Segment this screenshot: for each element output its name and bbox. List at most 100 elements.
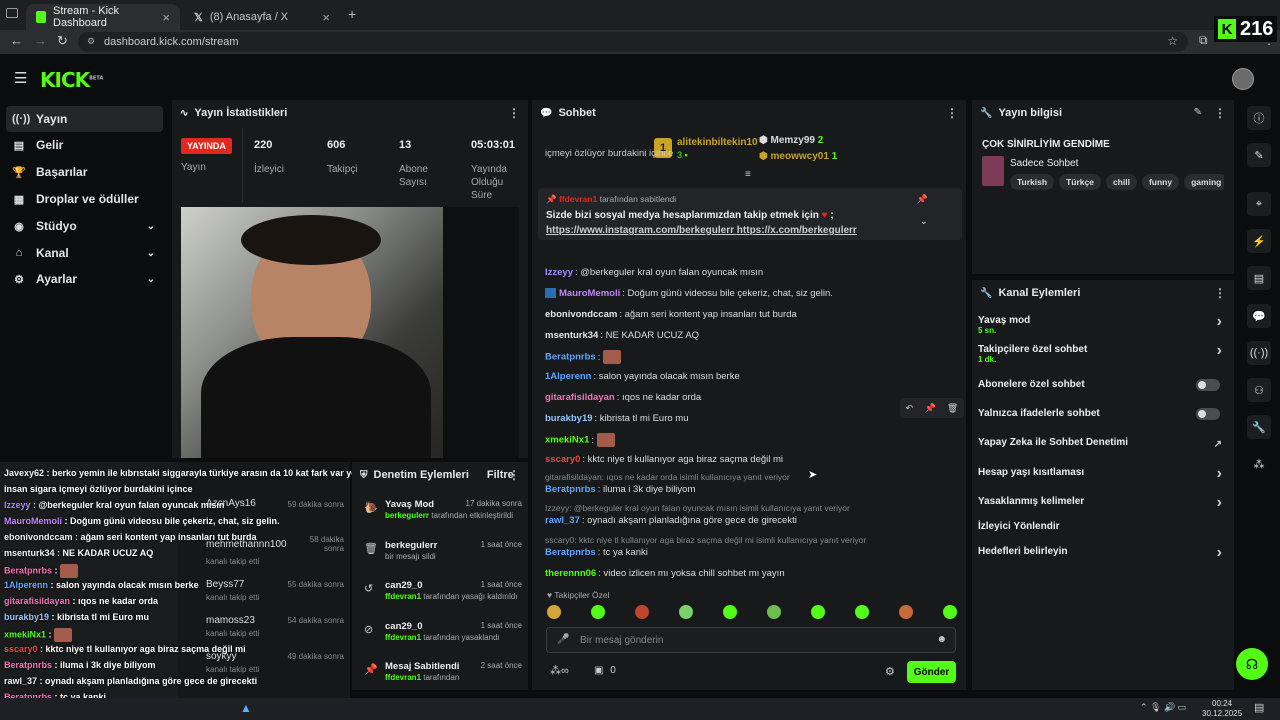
channel-action-item[interactable]: Takipçilere özel sohbet 1 dk. ›	[978, 342, 1228, 368]
toggle-switch[interactable]	[1196, 408, 1220, 420]
more-options-icon[interactable]: ⋮	[508, 468, 520, 482]
reload-icon[interactable]: ↻	[57, 33, 68, 49]
chat-username[interactable]: ebonivondccam	[545, 309, 617, 320]
reply-icon[interactable]: ↶	[906, 403, 914, 414]
users-icon[interactable]: ⚇	[1247, 378, 1271, 402]
more-options-icon[interactable]: ⋮	[1214, 286, 1226, 300]
channel-action-item[interactable]: Yapay Zeka ile Sohbet Denetimi ↗	[978, 437, 1228, 461]
emote-icon[interactable]	[811, 605, 825, 619]
chat-username[interactable]: 1Alperenn	[545, 371, 591, 382]
chat-username[interactable]: burakby19	[545, 413, 593, 424]
edit-icon[interactable]: ✎	[1194, 107, 1202, 118]
add-widget-icon[interactable]: ⁂	[1247, 452, 1271, 476]
microphone-icon[interactable]: 🎤	[557, 634, 569, 645]
chat-message[interactable]: burakby19: kibrista tl mi Euro mu	[545, 413, 689, 424]
close-tab-icon[interactable]: ×	[322, 10, 330, 25]
chat-username[interactable]: Beratpnrbs	[545, 547, 596, 558]
close-tab-icon[interactable]: ×	[162, 10, 170, 25]
system-tray-icons[interactable]: ⌃ 🎙 🔊 ▭	[1140, 702, 1186, 713]
tag-chip[interactable]: gaming	[1184, 174, 1224, 190]
chat-username[interactable]: Beratpnrbs	[545, 484, 596, 495]
chat-username[interactable]: sscary0	[545, 454, 580, 465]
moderation-item[interactable]: 🐌 Yavaş Mod 17 dakika sonra berkegulerr tar…	[362, 499, 522, 535]
notification-icon[interactable]: ▤	[1254, 701, 1264, 714]
lightning-icon[interactable]: ⚡	[1247, 229, 1271, 253]
emote-icon[interactable]	[635, 605, 649, 619]
sidebar-item-gelir[interactable]: ▤ Gelir	[6, 132, 163, 158]
user-avatar[interactable]	[1232, 68, 1254, 90]
chat-input[interactable]: 🎤 Bir mesaj gönderin ☻	[546, 627, 956, 653]
forward-icon[interactable]: →	[34, 33, 47, 48]
tab-overview-icon[interactable]	[6, 8, 18, 18]
chat-username[interactable]: Izzeyy	[545, 267, 573, 278]
channel-action-item[interactable]: Yalnızca ifadelerle sohbet	[978, 408, 1228, 432]
chevron-right-icon[interactable]: ›	[1217, 465, 1222, 483]
more-options-icon[interactable]: ⋮	[508, 106, 520, 120]
tag-chip[interactable]: Turkish	[1010, 174, 1055, 190]
expand-leaderboard-icon[interactable]: ≡	[745, 169, 751, 180]
tag-chip[interactable]: funny	[1141, 174, 1180, 190]
moderation-item[interactable]: 🗑 berkegulerr 1 saat önce bir mesajı sildi	[362, 540, 522, 576]
chat-message[interactable]: 1Alperenn: salon yayında olacak mısın be…	[545, 371, 740, 382]
chat-username[interactable]: xmekiNx1	[545, 435, 589, 446]
info-icon[interactable]: ⓘ	[1247, 106, 1271, 130]
chat-message[interactable]: xmekiNx1:	[545, 433, 616, 447]
chat-message[interactable]: ebonivondccam: ağam seri kontent yap ins…	[545, 309, 797, 320]
chat-message[interactable]: Beratpnrbs: tc ya kanki	[545, 547, 648, 558]
emote-icon[interactable]	[899, 605, 913, 619]
chevron-right-icon[interactable]: ›	[1217, 544, 1222, 562]
chat-username[interactable]: MauroMemoli	[559, 288, 620, 299]
chevron-right-icon[interactable]: ›	[1217, 494, 1222, 512]
site-info-icon[interactable]: ⚙	[87, 36, 95, 47]
sidebar-item-ayarlar[interactable]: ⚙ Ayarlar ⌄	[6, 266, 163, 292]
tag-chip[interactable]: Türkçe	[1059, 174, 1101, 190]
emote-icon[interactable]	[767, 605, 781, 619]
channel-action-item[interactable]: İzleyici Yönlendir	[978, 521, 1228, 545]
edit-icon[interactable]: ✎	[1247, 143, 1271, 167]
tab-x[interactable]: 𝕏 (8) Anasayfa / X ×	[184, 4, 340, 30]
chat-username[interactable]: therennn06	[545, 568, 596, 579]
tab-kick-dashboard[interactable]: Stream - Kick Dashboard ×	[26, 4, 180, 30]
chat-username[interactable]: rawl_37	[545, 515, 580, 526]
moderation-item[interactable]: ↺ can29_0 1 saat önce ffdevran1 tarafından …	[362, 580, 522, 616]
chat-settings-icon[interactable]: ⚙	[885, 665, 895, 678]
sidebar-item-studyo[interactable]: ◉ Stüdyo ⌄	[6, 213, 163, 239]
channel-action-item[interactable]: Hesap yaşı kısıtlaması ›	[978, 465, 1228, 491]
new-tab-icon[interactable]: +	[348, 6, 356, 22]
pin-icon[interactable]: 📌	[917, 194, 928, 205]
sidebar-item-basarilar[interactable]: 🏆 Başarılar	[6, 159, 163, 185]
channel-action-item[interactable]: Yavaş mod 5 sn. ›	[978, 313, 1228, 339]
chat-icon[interactable]: 💬	[1247, 304, 1271, 328]
address-bar[interactable]: ⚙ dashboard.kick.com/stream ☆	[78, 32, 1188, 52]
send-button[interactable]: Gönder	[907, 661, 956, 683]
tools-icon[interactable]: 🔧	[1247, 415, 1271, 439]
document-icon[interactable]: ▤	[1247, 266, 1271, 290]
gifter-3[interactable]: ⬢ meowwcy01 1	[759, 151, 837, 162]
top-gifter-name[interactable]: alitekinbiltekin10	[677, 137, 758, 148]
sidebar-item-kanal[interactable]: ⌂ Kanal ⌄	[6, 240, 163, 266]
gifter-2[interactable]: ⬢ Memzy99 2	[759, 135, 823, 146]
emote-icon[interactable]	[591, 605, 605, 619]
chevron-down-icon[interactable]: ⌄	[920, 216, 928, 227]
delete-icon[interactable]: 🗑	[947, 403, 958, 414]
chat-message[interactable]: sscary0: kktc niye tl kullanıyor aga bir…	[545, 454, 783, 465]
more-options-icon[interactable]: ⋮	[946, 106, 958, 120]
category-name[interactable]: Sadece Sohbet	[1010, 158, 1078, 169]
stream-preview-video[interactable]	[181, 207, 519, 458]
chat-message[interactable]: rawl_37: oynadı akşam planladığına göre …	[545, 515, 797, 526]
more-options-icon[interactable]: ⋮	[1214, 106, 1226, 120]
toggle-switch[interactable]	[1196, 379, 1220, 391]
taskbar-app-icon[interactable]: ▲	[240, 701, 252, 715]
chat-message[interactable]: MauroMemoli: Doğum günü videosu bile çek…	[545, 288, 833, 299]
chat-username[interactable]: Beratpnrbs	[545, 352, 596, 363]
support-button[interactable]: ☊	[1236, 648, 1268, 680]
broadcast-icon[interactable]: ((·))	[1247, 341, 1271, 365]
chat-message[interactable]: msenturk34: NE KADAR UCUZ AQ	[545, 330, 699, 341]
external-link-icon[interactable]: ↗	[1214, 439, 1222, 450]
chat-message[interactable]: Izzeyy: @berkeguler kral oyun falan oyun…	[545, 267, 763, 278]
hamburger-menu-icon[interactable]: ☰	[14, 69, 27, 87]
emote-icon[interactable]	[723, 605, 737, 619]
sidebar-item-droplar[interactable]: ▦ Droplar ve ödüller	[6, 186, 163, 212]
focus-icon[interactable]: ⌖	[1247, 192, 1271, 216]
chat-username[interactable]: gitarafisildayan	[545, 392, 615, 403]
